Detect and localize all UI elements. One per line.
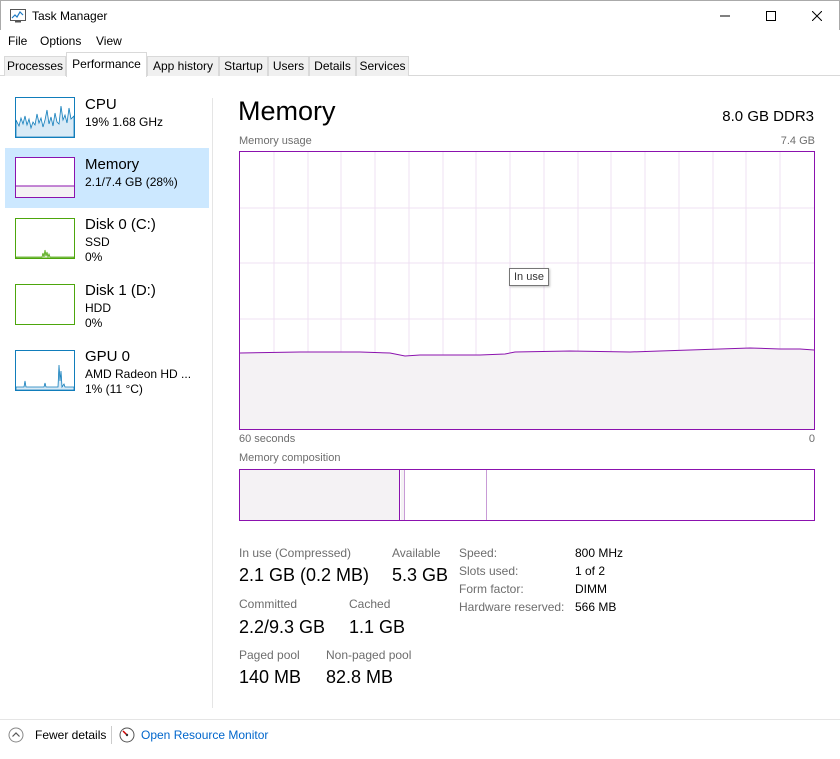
disk-0-thumbnail-graph — [15, 218, 75, 259]
memory-composition-bar — [239, 469, 815, 521]
sidebar-item-title: Disk 0 (C:) — [85, 216, 156, 233]
gpu-0-thumbnail-graph — [15, 350, 75, 391]
menu-view[interactable]: View — [96, 34, 122, 48]
sidebar-item-usage: 0% — [85, 250, 103, 264]
cached-label: Cached — [349, 597, 391, 611]
tab-processes[interactable]: Processes — [4, 56, 66, 76]
nonpaged-pool-value: 82.8 MB — [326, 667, 394, 687]
menu-bar: File Options View — [0, 30, 840, 52]
form-factor-label: Form factor: — [459, 582, 524, 596]
nonpaged-pool-label: Non-paged pool — [326, 648, 412, 662]
chevron-up-circle-icon — [8, 727, 24, 743]
available-label: Available — [392, 546, 441, 560]
memory-thumbnail-graph — [15, 157, 75, 198]
slots-used-value: 1 of 2 — [575, 564, 606, 578]
tab-details[interactable]: Details — [309, 56, 356, 76]
sidebar-item-usage: 0% — [85, 316, 103, 330]
footer-separator — [111, 726, 112, 744]
sidebar-item-detail: 19% 1.68 GHz — [85, 115, 164, 129]
sidebar-item-detail: HDD — [85, 301, 111, 315]
tab-users[interactable]: Users — [268, 56, 309, 76]
memory-in-use-area — [240, 348, 814, 429]
gpu-0-thumbnail-chart — [16, 364, 74, 390]
composition-modified — [401, 470, 405, 520]
form-factor-value: DIMM — [575, 582, 607, 596]
tab-performance[interactable]: Performance — [66, 52, 147, 77]
sidebar-item-cpu[interactable]: CPU 19% 1.68 GHz — [5, 90, 209, 150]
minimize-button[interactable] — [702, 1, 748, 31]
sidebar-divider — [212, 98, 213, 708]
minimize-icon — [720, 15, 730, 17]
slots-used-label: Slots used: — [459, 564, 519, 578]
sidebar-item-title: Disk 1 (D:) — [85, 282, 156, 299]
cpu-thumbnail-chart — [16, 105, 74, 137]
speed-value: 800 MHz — [575, 546, 624, 560]
sidebar-item-detail: AMD Radeon HD ... — [85, 367, 192, 381]
disk-1-thumbnail-graph — [15, 284, 75, 325]
memory-usage-chart — [240, 152, 814, 429]
in-use-tooltip: In use — [509, 268, 549, 286]
resource-sidebar: CPU 19% 1.68 GHz Memory 2.1/7.4 GB (28%)… — [0, 90, 212, 710]
close-icon — [812, 11, 822, 21]
sidebar-item-detail: 2.1/7.4 GB (28%) — [85, 175, 178, 189]
hardware-reserved-label: Hardware reserved: — [459, 600, 565, 614]
memory-spec: 8.0 GB DDR3 — [722, 108, 814, 125]
cpu-thumbnail-graph — [15, 97, 75, 138]
paged-pool-label: Paged pool — [239, 648, 300, 662]
window-title: Task Manager — [32, 9, 108, 23]
menu-options[interactable]: Options — [40, 34, 81, 48]
composition-in-use — [240, 470, 400, 520]
sidebar-item-memory[interactable]: Memory 2.1/7.4 GB (28%) — [5, 148, 209, 208]
sidebar-item-disk-0[interactable]: Disk 0 (C:) SSD 0% — [5, 210, 209, 270]
in-use-value: 2.1 GB (0.2 MB) — [239, 565, 370, 585]
hardware-reserved-value: 566 MB — [575, 600, 617, 614]
available-value: 5.3 GB — [392, 565, 449, 585]
tab-startup[interactable]: Startup — [219, 56, 268, 76]
sidebar-item-title: GPU 0 — [85, 348, 131, 365]
cached-value: 1.1 GB — [349, 617, 406, 637]
composition-standby — [406, 470, 487, 520]
graph-time-end: 0 — [808, 433, 815, 445]
tab-app-history[interactable]: App history — [147, 56, 219, 76]
sidebar-item-gpu-0[interactable]: GPU 0 AMD Radeon HD ... 1% (11 °C) — [5, 342, 209, 402]
graph-time-start: 60 seconds — [239, 433, 296, 445]
memory-usage-graph: In use — [239, 151, 815, 430]
fewer-details-label: Fewer details — [35, 728, 107, 742]
sidebar-item-disk-1[interactable]: Disk 1 (D:) HDD 0% — [5, 276, 209, 336]
task-manager-icon — [10, 9, 26, 23]
footer-bar: Fewer details Open Resource Monitor — [0, 719, 840, 749]
composition-free — [488, 470, 814, 520]
page-title: Memory — [238, 96, 336, 126]
paged-pool-value: 140 MB — [239, 667, 302, 687]
sidebar-item-detail: SSD — [85, 235, 110, 249]
title-bar: Task Manager — [0, 0, 840, 30]
sidebar-item-title: CPU — [85, 96, 117, 113]
open-resource-monitor-label: Open Resource Monitor — [141, 728, 269, 742]
committed-value: 2.2/9.3 GB — [239, 617, 326, 637]
memory-panel: Memory 8.0 GB DDR3 Memory usage 7.4 GB I… — [238, 90, 818, 700]
open-resource-monitor-link[interactable]: Open Resource Monitor — [119, 724, 279, 746]
maximize-icon — [766, 11, 776, 21]
tab-bar: Processes Performance App history Startu… — [0, 52, 840, 77]
sidebar-item-usage: 1% (11 °C) — [85, 382, 143, 396]
resource-monitor-icon — [119, 727, 135, 743]
memory-usage-label: Memory usage — [239, 135, 312, 147]
memory-thumbnail-chart — [16, 185, 74, 197]
committed-label: Committed — [239, 597, 298, 611]
memory-composition-label: Memory composition — [239, 452, 341, 464]
memory-usage-max: 7.4 GB — [780, 135, 815, 147]
tab-services[interactable]: Services — [356, 56, 409, 76]
fewer-details-button[interactable]: Fewer details — [8, 724, 108, 746]
maximize-button[interactable] — [748, 1, 794, 31]
speed-label: Speed: — [459, 546, 498, 560]
in-use-label: In use (Compressed) — [239, 546, 352, 560]
sidebar-item-title: Memory — [85, 156, 140, 173]
menu-file[interactable]: File — [8, 34, 27, 48]
disk-0-thumbnail-chart — [16, 249, 74, 258]
close-button[interactable] — [794, 1, 840, 31]
